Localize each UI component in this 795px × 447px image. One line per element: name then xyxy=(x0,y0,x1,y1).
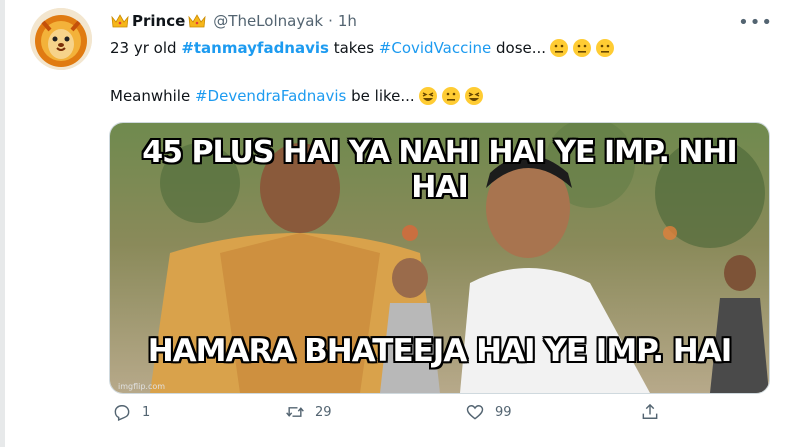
separator-dot: · xyxy=(328,12,333,30)
display-name[interactable]: Prince xyxy=(132,12,185,30)
reply-count: 1 xyxy=(142,404,151,420)
share-button[interactable] xyxy=(640,402,670,422)
reply-button[interactable]: 1 xyxy=(112,402,150,422)
tweet-text-line-2: Meanwhile #DevendraFadnavis be like... xyxy=(110,86,484,106)
more-options-icon[interactable]: ••• xyxy=(738,12,773,33)
laughing-face-emoji-icon xyxy=(464,87,483,105)
crown-icon xyxy=(111,14,129,28)
share-icon xyxy=(642,403,658,419)
neutral-face-emoji-icon xyxy=(596,39,615,57)
hashtag-link[interactable]: #DevendraFadnavis xyxy=(195,87,346,105)
avatar[interactable] xyxy=(30,8,92,70)
tweet-header: Prince @TheLolnayak · 1h xyxy=(110,10,357,32)
laughing-face-emoji-icon xyxy=(418,87,437,105)
meme-top-caption: 45 PLUS HAI YA NAHI HAI YE IMP. NHI HAI xyxy=(142,135,737,205)
text-segment: takes xyxy=(328,39,379,57)
text-segment: be like... xyxy=(346,87,415,105)
like-button[interactable]: 99 xyxy=(465,402,512,422)
hashtag-link[interactable]: #tanmayfadnavis xyxy=(181,39,329,57)
text-segment: dose... xyxy=(491,39,547,57)
retweet-button[interactable]: 29 xyxy=(285,402,332,422)
neutral-face-emoji-icon xyxy=(441,87,460,105)
lion-avatar-icon xyxy=(30,8,92,70)
reply-icon xyxy=(114,405,130,421)
neutral-face-emoji-icon xyxy=(573,39,592,57)
watermark-text: imgflip.com xyxy=(118,382,166,391)
like-count: 99 xyxy=(495,404,512,420)
text-segment: 23 yr old xyxy=(110,39,182,57)
text-segment: Meanwhile xyxy=(110,87,195,105)
user-handle[interactable]: @TheLolnayak xyxy=(213,12,323,30)
tweet-time[interactable]: 1h xyxy=(338,12,357,30)
tweet-text-line-1: 23 yr old #tanmayfadnavis takes #CovidVa… xyxy=(110,38,615,58)
tweet-media-image[interactable]: 45 PLUS HAI YA NAHI HAI YE IMP. NHI HAI … xyxy=(109,122,770,394)
crown-icon xyxy=(188,14,206,28)
tweet-actions: 1 29 99 xyxy=(110,402,670,432)
window-edge xyxy=(0,0,5,447)
meme-bottom-caption: HAMARA BHATEEJA HAI YE IMP. HAI xyxy=(147,333,733,369)
hashtag-link[interactable]: #CovidVaccine xyxy=(379,39,491,57)
neutral-face-emoji-icon xyxy=(550,39,569,57)
retweet-count: 29 xyxy=(315,404,332,420)
heart-icon xyxy=(466,405,484,420)
retweet-icon xyxy=(286,407,304,417)
